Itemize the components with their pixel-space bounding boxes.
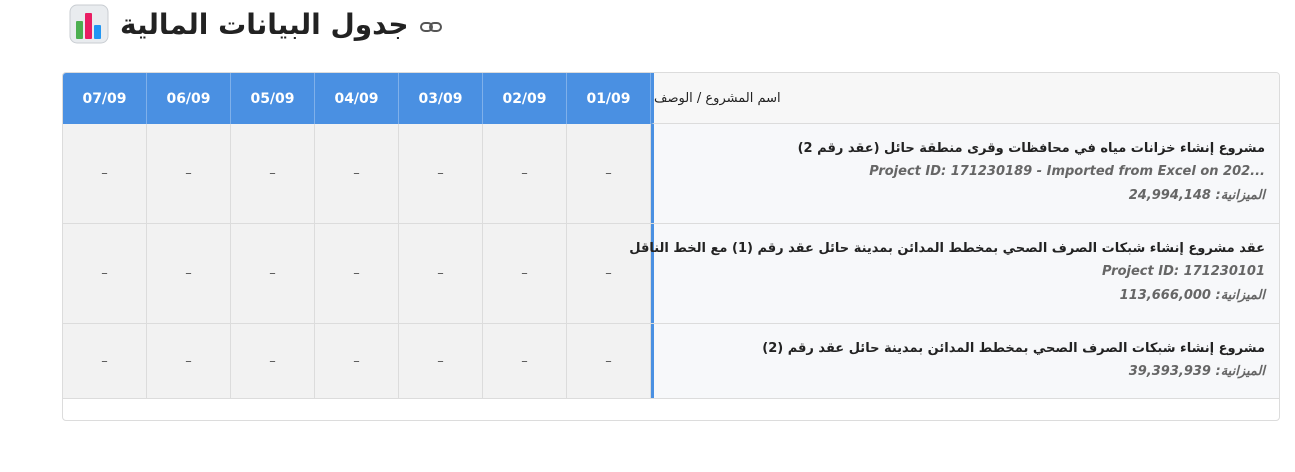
value-cell[interactable]: – bbox=[315, 124, 399, 223]
date-header[interactable]: 02/09 bbox=[483, 73, 567, 124]
project-budget: الميزانية: 39,393,939 bbox=[1128, 364, 1265, 379]
financial-data-table: 01/09 02/09 03/09 04/09 05/09 06/09 07/0… bbox=[62, 72, 1280, 421]
value-cell[interactable]: – bbox=[231, 124, 315, 223]
link-icon[interactable] bbox=[419, 15, 443, 39]
table-header-row: 01/09 02/09 03/09 04/09 05/09 06/09 07/0… bbox=[63, 73, 1279, 124]
project-id: Project ID: 171230189 - Imported from Ex… bbox=[869, 164, 1265, 179]
value-cell[interactable]: – bbox=[399, 124, 483, 223]
value-cell[interactable]: – bbox=[63, 324, 147, 398]
date-header[interactable]: 05/09 bbox=[231, 73, 315, 124]
project-description-cell: مشروع إنشاء خزانات مياه في محافظات وقرى … bbox=[651, 124, 1279, 223]
project-name: عقد مشروع إنشاء شبكات الصرف الصحي بمخطط … bbox=[629, 241, 1265, 256]
value-cell[interactable]: – bbox=[231, 324, 315, 398]
table-row: – – – – – – – مشروع إنشاء خزانات مياه في… bbox=[63, 124, 1279, 224]
date-header[interactable]: 01/09 bbox=[567, 73, 651, 124]
table-row: – – – – – – – عقد مشروع إنشاء شبكات الصر… bbox=[63, 224, 1279, 324]
value-cell[interactable]: – bbox=[147, 124, 231, 223]
date-header[interactable]: 04/09 bbox=[315, 73, 399, 124]
value-cell[interactable]: – bbox=[147, 324, 231, 398]
project-budget: الميزانية: 113,666,000 bbox=[1119, 288, 1265, 303]
project-name: مشروع إنشاء خزانات مياه في محافظات وقرى … bbox=[797, 141, 1265, 156]
project-id: Project ID: 171230101 bbox=[1102, 264, 1265, 279]
page-title: جدول البيانات المالية bbox=[120, 7, 409, 41]
date-header[interactable]: 07/09 bbox=[63, 73, 147, 124]
project-name: مشروع إنشاء شبكات الصرف الصحي بمخطط المد… bbox=[762, 341, 1265, 356]
value-cell[interactable]: – bbox=[231, 224, 315, 323]
table-row: – – – – – – – مشروع إنشاء شبكات الصرف ال… bbox=[63, 324, 1279, 399]
value-cell[interactable]: – bbox=[567, 324, 651, 398]
value-cell[interactable]: – bbox=[315, 224, 399, 323]
value-cell[interactable]: – bbox=[63, 224, 147, 323]
value-cell[interactable]: – bbox=[315, 324, 399, 398]
project-budget: الميزانية: 24,994,148 bbox=[1128, 188, 1265, 203]
value-cell[interactable]: – bbox=[399, 324, 483, 398]
project-description-cell: مشروع إنشاء شبكات الصرف الصحي بمخطط المد… bbox=[651, 324, 1279, 398]
page-heading: جدول البيانات المالية bbox=[68, 0, 443, 48]
value-cell[interactable]: – bbox=[399, 224, 483, 323]
value-cell[interactable]: – bbox=[483, 224, 567, 323]
value-cell[interactable]: – bbox=[147, 224, 231, 323]
value-cell[interactable]: – bbox=[567, 124, 651, 223]
date-header[interactable]: 03/09 bbox=[399, 73, 483, 124]
date-header[interactable]: 06/09 bbox=[147, 73, 231, 124]
project-name-header[interactable]: اسم المشروع / الوصف bbox=[651, 73, 1279, 124]
project-description-cell: عقد مشروع إنشاء شبكات الصرف الصحي بمخطط … bbox=[629, 224, 1279, 323]
bar-chart-icon bbox=[69, 4, 109, 44]
value-cell[interactable]: – bbox=[483, 124, 567, 223]
value-cell[interactable]: – bbox=[483, 324, 567, 398]
value-cell[interactable]: – bbox=[63, 124, 147, 223]
